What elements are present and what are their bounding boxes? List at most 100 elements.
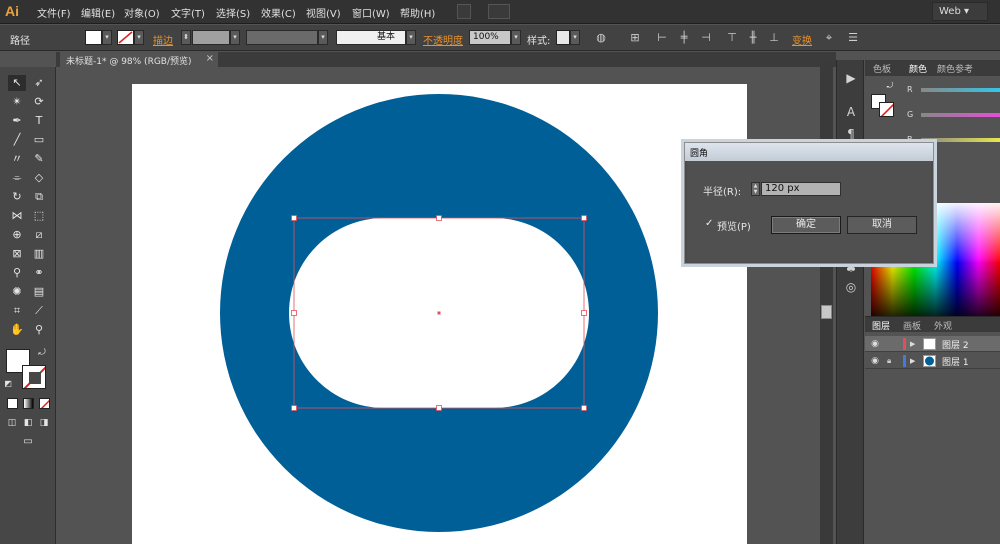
fill-swatch[interactable] [85,30,102,45]
tab-color-guide[interactable]: 颜色参考 [937,62,973,75]
workspace-switcher[interactable]: Web ▾ [932,2,988,21]
eraser-tool-icon[interactable]: ◇ [30,170,48,186]
tab-layers[interactable]: 图层 [872,319,890,332]
menu-help[interactable]: 帮助(H) [400,5,435,20]
paintbrush-tool-icon[interactable]: 〃 [8,151,26,167]
menu-edit[interactable]: 编辑(E) [81,5,115,20]
visibility-eye-icon[interactable]: ◉ [869,355,881,367]
expand-triangle-icon[interactable]: ▶ [910,338,915,350]
shape-builder-tool-icon[interactable]: ⊕ [8,227,26,243]
menu-object[interactable]: 对象(O) [124,5,160,20]
dialog-title-bar[interactable]: 圆角 [685,143,933,161]
close-tab-icon[interactable]: × [206,53,214,64]
zoom-tool-icon[interactable]: ⚲ [30,322,48,338]
menu-effect[interactable]: 效果(C) [261,5,296,20]
draw-normal-icon[interactable]: ◫ [5,417,19,429]
screen-mode-icon[interactable]: ▭ [18,435,38,449]
isolate-icon[interactable]: ⌖ [822,31,836,44]
opacity-dropdown-icon[interactable]: ▾ [511,30,521,45]
panel-swap-icon[interactable]: ⤾ [885,81,895,91]
pen-tool-icon[interactable]: ✒ [8,113,26,129]
type-tool-icon[interactable]: T [30,113,48,129]
lasso-tool-icon[interactable]: ⟳ [30,94,48,110]
symbol-sprayer-tool-icon[interactable]: ✺ [8,284,26,300]
layer-name[interactable]: 图层 1 [942,355,969,368]
menu-select[interactable]: 选择(S) [216,5,250,20]
opacity-label[interactable]: 不透明度 [423,32,463,47]
tab-color[interactable]: 颜色 [909,62,927,75]
align-top-icon[interactable]: ⊤ [725,31,739,44]
gradient-mode-button[interactable] [23,398,34,409]
paragraph-panel-icon[interactable]: ¶ [843,126,859,142]
brush-dropdown-icon[interactable]: ▾ [406,30,416,45]
artboard[interactable] [132,84,747,544]
radius-input[interactable]: 120 px [761,182,841,196]
slider-r[interactable] [921,88,1000,92]
stroke-label[interactable]: 描边 [153,32,173,47]
slider-g[interactable] [921,113,1000,117]
transform-label[interactable]: 变换 [792,32,812,47]
stroke-weight-input[interactable] [192,30,230,45]
magic-wand-tool-icon[interactable]: ✴ [8,94,26,110]
align-left-icon[interactable]: ⊢ [655,31,669,44]
cancel-button[interactable]: 取消 [847,216,917,234]
opacity-input[interactable]: 100% [469,30,511,45]
appearance-panel-icon[interactable]: ◎ [843,279,859,295]
line-tool-icon[interactable]: ╱ [8,132,26,148]
lock-icon[interactable]: 🔒︎ [887,355,897,367]
scale-tool-icon[interactable]: ⧉ [30,189,48,205]
default-colors-icon[interactable]: ◩ [2,378,14,390]
style-dropdown-icon[interactable]: ▾ [570,30,580,45]
fill-dropdown-icon[interactable]: ▾ [102,30,112,45]
free-transform-tool-icon[interactable]: ⬚ [30,208,48,224]
pencil-tool-icon[interactable]: ✎ [30,151,48,167]
align-bottom-icon[interactable]: ⊥ [767,31,781,44]
menu-view[interactable]: 视图(V) [306,5,341,20]
scrollbar-thumb[interactable] [821,305,832,319]
character-panel-icon[interactable]: A [843,104,859,120]
bridge-icon[interactable] [457,4,471,19]
play-action-icon[interactable]: ▶ [843,70,859,86]
draw-behind-icon[interactable]: ◧ [21,417,35,429]
slice-tool-icon[interactable]: ⟋ [30,303,48,319]
expand-triangle-icon[interactable]: ▶ [910,355,915,367]
stroke-weight-dropdown-icon[interactable]: ▾ [230,30,240,45]
gradient-tool-icon[interactable]: ▥ [30,246,48,262]
stroke-color-box[interactable] [22,365,46,389]
mesh-tool-icon[interactable]: ⊠ [8,246,26,262]
align-right-icon[interactable]: ⊣ [699,31,713,44]
arrange-documents-icon[interactable] [488,4,510,19]
rectangle-tool-icon[interactable]: ▭ [30,132,48,148]
draw-inside-icon[interactable]: ◨ [37,417,51,429]
recolor-artwork-icon[interactable]: ◍ [594,31,608,44]
align-hcenter-icon[interactable]: ╪ [677,31,691,44]
blend-tool-icon[interactable]: ⚭ [30,265,48,281]
column-graph-tool-icon[interactable]: ▤ [30,284,48,300]
tab-appearance[interactable]: 外观 [934,319,952,332]
hand-tool-icon[interactable]: ✋ [8,322,26,338]
panel-options-icon[interactable]: ☰ [846,31,860,44]
radius-stepper[interactable]: ▲ ▼ [751,182,760,196]
visibility-eye-icon[interactable]: ◉ [869,338,881,350]
menu-file[interactable]: 文件(F) [37,5,71,20]
graphic-style-swatch[interactable] [556,30,570,45]
align-vcenter-icon[interactable]: ╫ [746,31,760,44]
preview-label[interactable]: 预览(P) [717,218,751,233]
swap-colors-icon[interactable]: ⤾ [36,347,48,359]
menu-window[interactable]: 窗口(W) [352,5,390,20]
artwork[interactable] [132,84,747,544]
layer-name[interactable]: 图层 2 [942,338,969,351]
stroke-weight-stepper[interactable]: ⬍ [181,30,191,45]
menu-type[interactable]: 文字(T) [171,5,205,20]
variable-width-profile[interactable] [246,30,318,45]
blob-brush-tool-icon[interactable]: ⌯ [8,170,26,186]
ok-button[interactable]: 确定 [771,216,841,234]
eyedropper-tool-icon[interactable]: ⚲ [8,265,26,281]
direct-selection-tool-icon[interactable]: ➶ [30,75,48,91]
panel-stroke-swatch[interactable] [879,102,894,117]
perspective-grid-tool-icon[interactable]: ⧄ [30,227,48,243]
document-tab[interactable]: 未标题-1* @ 98% (RGB/预览) × [60,52,218,67]
color-mode-button[interactable] [7,398,18,409]
align-to-icon[interactable]: ⊞ [628,31,642,44]
tab-swatches[interactable]: 色板 [873,62,891,75]
